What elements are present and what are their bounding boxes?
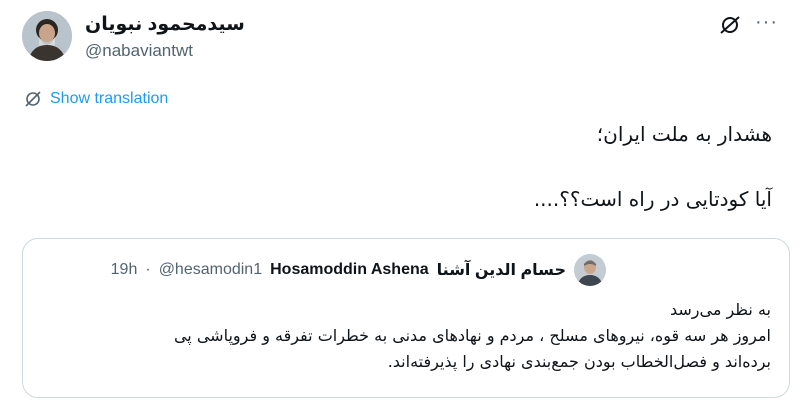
quote-tweet-card[interactable]: 19h · @hesamodin1 Hosamoddin Ashena حسام… [22, 238, 790, 398]
tweet-actions: ··· [719, 12, 778, 36]
tweet-text-line: هشدار به ملت ایران؛ [596, 122, 772, 146]
quote-header: 19h · @hesamodin1 Hosamoddin Ashena حسام… [111, 254, 606, 286]
display-name[interactable]: سیدمحمود نبویان [85, 13, 245, 36]
tweet-text-line: آیا کودتایی در راه است؟؟.... [533, 187, 772, 211]
avatar-photo [22, 11, 72, 61]
user-handle[interactable]: @nabaviantwt [85, 41, 193, 61]
translate-icon [25, 91, 41, 107]
show-translation-link[interactable]: Show translation [24, 90, 168, 108]
quote-separator: · [145, 261, 151, 278]
grok-icon[interactable] [719, 14, 741, 36]
quote-avatar[interactable] [574, 254, 606, 286]
quote-handle[interactable]: @hesamodin1 [159, 261, 262, 279]
avatar[interactable] [22, 11, 72, 61]
quote-avatar-photo [574, 254, 606, 286]
more-icon[interactable]: ··· [755, 12, 778, 32]
quote-text-line: به نظر می‌رسد [669, 300, 771, 319]
quote-author-name-fa[interactable]: حسام الدین آشنا [437, 260, 566, 280]
quote-text-line: امروز هر سه قوه، نیروهای مسلح ، مردم و ن… [173, 326, 771, 345]
quote-author-name[interactable]: Hosamoddin Ashena [270, 261, 429, 279]
quote-text-line: برده‌اند و فصل‌الخطاب بودن جمع‌بندی نهاد… [387, 352, 771, 371]
show-translation-label: Show translation [50, 90, 169, 107]
quote-time[interactable]: 19h [111, 261, 138, 279]
